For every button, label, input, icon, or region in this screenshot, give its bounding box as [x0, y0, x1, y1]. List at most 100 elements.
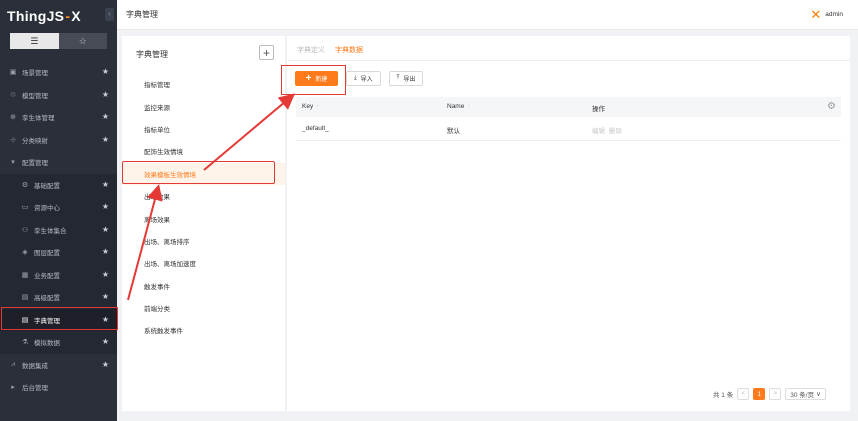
dictionary-panel: 字典管理 + 指标管理 监控来源 指标单位 配饰生效情境 效果模板生效情境 出场… [122, 36, 285, 411]
sidebar-item-label: 场景管理 [22, 70, 48, 78]
data-table: Key ↑ Name ↑ 操作 ⚙ _default_ 默认 编辑 删除 [296, 97, 841, 141]
column-header-actions: 操作 [592, 103, 605, 113]
sidebar-item-label: 高级配置 [34, 295, 60, 303]
dictionary-list: 指标管理 监控来源 指标单位 配饰生效情境 效果模板生效情境 出场效果 离场效果… [122, 73, 285, 342]
page-title: 字典管理 [126, 10, 158, 19]
settings-icon[interactable]: ⚙ [827, 101, 836, 112]
dictionary-item[interactable]: 离场效果 [122, 207, 285, 229]
username: admin [825, 11, 843, 18]
add-dictionary-button[interactable]: + [259, 45, 274, 60]
chevron-down-icon: ▾ [11, 159, 15, 167]
dictionary-panel-title: 字典管理 [136, 50, 168, 59]
tab-definition[interactable]: 字典定义 [297, 45, 325, 61]
star-icon[interactable]: ★ [102, 247, 109, 256]
star-icon[interactable]: ★ [102, 67, 109, 76]
current-page[interactable]: 1 [753, 388, 766, 400]
sidebar-item-admin[interactable]: ▸ 后台管理 [0, 376, 117, 399]
sidebar-item-twin-set[interactable]: ⚇ 孪生体集合 ★ [0, 218, 117, 241]
import-icon: ⤓ [354, 75, 357, 81]
delete-link[interactable]: 删除 [609, 128, 622, 135]
star-icon[interactable]: ★ [102, 90, 109, 99]
prev-page-button[interactable]: < [737, 388, 750, 400]
sidebar-item-config[interactable]: ▾ 配置管理 [0, 151, 117, 174]
tab-divider [287, 60, 850, 61]
twin-icon: ⊕ [10, 114, 16, 122]
list-view-icon[interactable]: ☰ [10, 33, 59, 49]
export-button-label: 导出 [403, 77, 416, 83]
chart-icon: ⩘ [11, 360, 15, 368]
annotation-box-dictionary-item [122, 161, 275, 184]
sidebar-item-twin[interactable]: ⊕ 孪生体管理 ★ [0, 106, 117, 129]
sidebar-item-label: 孪生体管理 [22, 115, 55, 123]
dictionary-item[interactable]: 监控来源 [122, 95, 285, 117]
sidebar-item-mock-data[interactable]: ⚗ 模拟数据 ★ [0, 331, 117, 354]
logo-text: ThingJS [7, 8, 65, 24]
star-icon[interactable]: ★ [102, 135, 109, 144]
favorites-view-icon[interactable]: ☆ [58, 33, 107, 49]
sort-icon: ↑ [467, 104, 471, 110]
next-page-button[interactable]: > [769, 388, 782, 400]
star-icon[interactable]: ★ [102, 202, 109, 211]
sidebar-item-label: 后台管理 [22, 385, 48, 393]
user-menu[interactable]: ✕ admin [810, 8, 843, 21]
dictionary-item[interactable]: 前端分类 [122, 297, 285, 319]
logo-x: X [71, 8, 81, 24]
sidebar-item-label: 基础配置 [34, 182, 60, 190]
star-icon[interactable]: ★ [102, 360, 109, 369]
sidebar-item-label: 模型管理 [22, 92, 48, 100]
dictionary-item[interactable]: 指标单位 [122, 118, 285, 140]
grid-icon: ▦ [21, 271, 29, 279]
star-icon[interactable]: ★ [102, 337, 109, 346]
star-icon[interactable]: ★ [102, 180, 109, 189]
scene-icon: ▣ [9, 69, 17, 77]
collapse-sidebar-button[interactable]: ‹ [105, 8, 114, 21]
sidebar-item-advanced[interactable]: ▤ 高级配置 ★ [0, 286, 117, 309]
cell-key: _default_ [302, 125, 329, 132]
sidebar-item-label: 孪生体集合 [34, 227, 67, 235]
sidebar-item-label: 分类映射 [22, 137, 48, 145]
dictionary-item[interactable]: 出场效果 [122, 185, 285, 207]
dictionary-item[interactable]: 出场、离场排序 [122, 230, 285, 252]
pagination: 共 1 条 < 1 > 30 条/页 ∨ [713, 388, 826, 400]
cell-name: 默认 [447, 128, 460, 135]
star-icon[interactable]: ★ [102, 225, 109, 234]
column-header-name[interactable]: Name ↑ [447, 103, 470, 110]
column-label: Key [302, 103, 314, 110]
chevron-down-icon: ∨ [816, 391, 821, 398]
table-header: Key ↑ Name ↑ 操作 ⚙ [296, 97, 841, 117]
edit-link[interactable]: 编辑 [592, 128, 605, 135]
column-header-key[interactable]: Key ↑ [302, 103, 319, 110]
annotation-box-new-button [281, 65, 346, 95]
sidebar-item-model[interactable]: ♲ 模型管理 ★ [0, 84, 117, 107]
export-button[interactable]: ⤒ 导出 [388, 71, 424, 86]
sidebar-item-label: 资源中心 [34, 205, 60, 213]
import-button[interactable]: ⤓ 导入 [346, 71, 381, 86]
column-label: Name [447, 103, 465, 110]
sidebar-item-label: 图层配置 [34, 250, 60, 258]
annotation-box-sidebar [1, 307, 118, 330]
sidebar-item-data-integration[interactable]: ⩘ 数据集成 ★ [0, 354, 117, 377]
tab-data[interactable]: 字典数据 [335, 45, 363, 61]
page-size-select[interactable]: 30 条/页 ∨ [785, 388, 826, 400]
sidebar-item-business[interactable]: ▦ 业务配置 ★ [0, 263, 117, 286]
dictionary-item[interactable]: 配饰生效情境 [122, 140, 285, 162]
logo-separator: - [65, 8, 71, 24]
dictionary-item[interactable]: 指标管理 [122, 73, 285, 95]
sidebar-item-basic-config[interactable]: ⚙ 基础配置 ★ [0, 173, 117, 196]
table-row: _default_ 默认 编辑 删除 [296, 117, 841, 141]
dictionary-item[interactable]: 系统触发事件 [122, 319, 285, 341]
sidebar-item-layers[interactable]: ◈ 图层配置 ★ [0, 241, 117, 264]
sidebar: ThingJS - X ‹ ☰ ☆ ▣ 场景管理 ★ ♲ 模型管理 ★ ⊕ 孪生体管理 ★ ⊹ 分… [0, 0, 117, 421]
sidebar-item-scene[interactable]: ▣ 场景管理 ★ [0, 61, 117, 84]
star-icon[interactable]: ★ [102, 270, 109, 279]
star-icon[interactable]: ★ [102, 292, 109, 301]
dictionary-item[interactable]: 触发事件 [122, 275, 285, 297]
model-icon: ♲ [9, 91, 17, 99]
sidebar-item-resources[interactable]: ▭ 资源中心 ★ [0, 196, 117, 219]
star-icon[interactable]: ★ [102, 112, 109, 121]
page-size-value: 30 条/页 [790, 392, 815, 399]
dictionary-item[interactable]: 出场、离场加速度 [122, 252, 285, 274]
sidebar-item-mapping[interactable]: ⊹ 分类映射 ★ [0, 129, 117, 152]
import-button-label: 导入 [360, 77, 373, 83]
top-header: 字典管理 ✕ admin [117, 0, 858, 30]
